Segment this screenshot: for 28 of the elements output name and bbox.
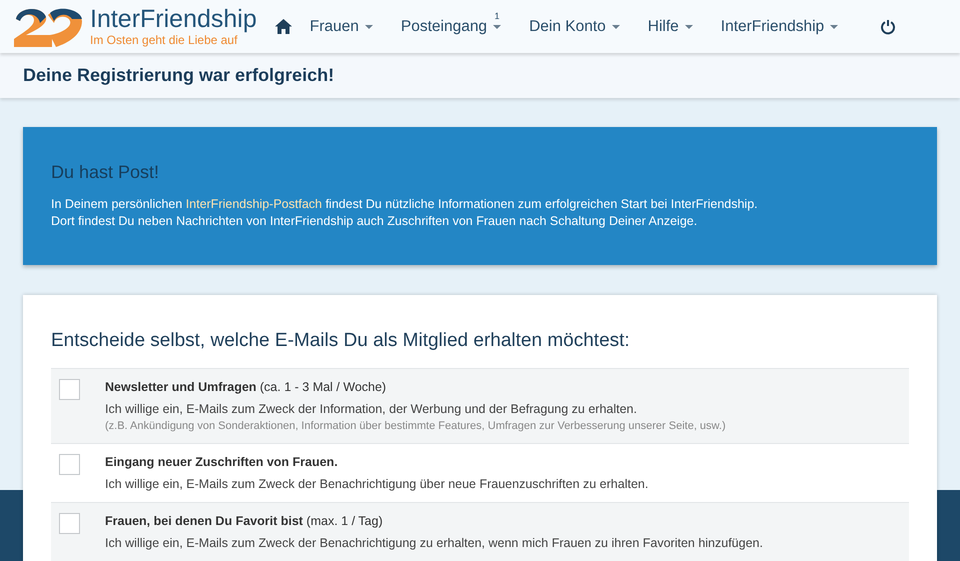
checkbox[interactable] — [59, 379, 80, 400]
brand-tagline: Im Osten geht die Liebe auf — [90, 34, 238, 46]
option-title: Frauen, bei denen Du Favorit bist (max. 1 / Tag) — [105, 513, 384, 530]
brand-name: InterFriendship — [90, 7, 257, 32]
nav-menu[interactable]: Frauen — [296, 14, 387, 38]
checkbox[interactable] — [59, 454, 80, 475]
caret-icon — [830, 24, 838, 29]
power-icon[interactable] — [880, 18, 896, 35]
option-description: Ich willige ein, E-Mails zum Zweck der Benachrichtigung zu erhalten, wenn mich Frauen zu ihren Favoriten hinzufügen. — [105, 535, 763, 552]
caret-icon — [364, 24, 373, 29]
section-heading: Entscheide selbst, welche E-Mails Du als Mitglied erhalten möchtest: — [51, 328, 631, 352]
page-title: Deine Registrierung war erfolgreich! — [23, 64, 334, 88]
option-title: Newsletter und Umfragen (ca. 1 - 3 Mal / Woche) — [105, 379, 388, 396]
option-title: Eingang neuer Zuschriften von Frauen. — [105, 454, 339, 471]
caret-icon — [684, 24, 693, 29]
nav-menu[interactable]: InterFriendship — [706, 14, 852, 38]
caret-icon — [612, 24, 620, 29]
home-icon[interactable] — [274, 19, 292, 34]
caret-icon — [493, 24, 502, 29]
option-description: Ich willige ein, E-Mails zum Zweck der Benachrichtigung über neue Frauenzuschriften zu erhalten. — [105, 476, 648, 493]
nav-menu[interactable]: Hilfe — [634, 14, 707, 38]
notice-title: Du hast Post! — [51, 161, 160, 184]
notice-text: In Deinem persönlichen InterFriendship-Postfach findest Du nützliche Informationen zum erfolgreichen Start bei InterFriendship. — [51, 196, 759, 214]
checkbox[interactable] — [59, 513, 80, 534]
option-note: (z.B. Ankündigung von Sonderaktionen, Information über bestimmte Features, Umfragen zur Verbesserung unserer Seite, usw.) — [105, 419, 726, 434]
option-description: Ich willige ein, E-Mails zum Zweck der Information, der Werbung und der Befragung zu erhalten. — [105, 401, 638, 418]
notice-text: Dort findest Du neben Nachrichten von InterFriendship auch Zuschriften von Frauen nach Schaltung Deiner Anzeige. — [51, 213, 698, 230]
nav-menu[interactable]: Dein Konto — [515, 14, 634, 38]
